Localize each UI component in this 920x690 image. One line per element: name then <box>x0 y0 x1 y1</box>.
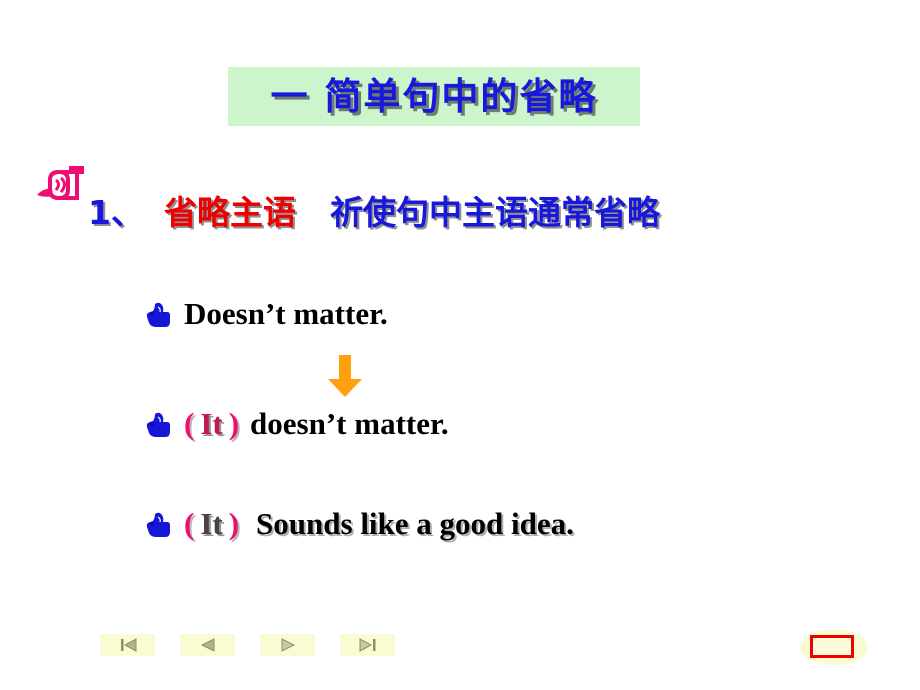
next-slide-button[interactable] <box>260 634 315 656</box>
mailbox-icon <box>34 164 90 206</box>
heading-explanation: 祈使句中主语通常省略 <box>329 193 660 232</box>
slide-navigation-bar <box>100 634 395 656</box>
previous-slide-button[interactable] <box>180 634 235 656</box>
return-button[interactable] <box>800 629 868 665</box>
slide-canvas: 一 简单句中的省略 1、 省略主语 祈使句中主语通常省略 Doesn’t mat… <box>0 0 920 690</box>
last-slide-button[interactable] <box>340 634 395 656</box>
close-paren-3: ) <box>228 506 240 541</box>
heading-topic: 省略主语 <box>163 193 296 232</box>
example-line-3: (It) Sounds like a good idea. <box>146 508 574 539</box>
example-line-2: (It) doesn’t matter. <box>146 408 449 439</box>
return-box[interactable] <box>810 635 854 658</box>
open-paren-2: ( <box>184 406 195 441</box>
section-heading: 1、 省略主语 祈使句中主语通常省略 <box>88 196 660 229</box>
hand-pointer-icon <box>146 300 172 328</box>
next-icon <box>277 637 299 653</box>
first-slide-button[interactable] <box>100 634 155 656</box>
example-text-3: Sounds like a good idea. <box>256 506 574 541</box>
hand-pointer-icon <box>146 410 172 438</box>
close-paren-2: ) <box>228 406 240 441</box>
omitted-subject-3: It <box>200 506 223 541</box>
heading-number: 1、 <box>88 193 144 232</box>
hand-pointer-icon <box>146 510 172 538</box>
slide-title-banner: 一 简单句中的省略 <box>228 67 640 126</box>
arrow-down-icon <box>326 355 364 397</box>
example-line-1: Doesn’t matter. <box>146 298 388 329</box>
first-icon <box>117 637 139 653</box>
open-paren-3: ( <box>184 506 195 541</box>
page-title: 一 简单句中的省略 <box>270 75 598 118</box>
omitted-subject-2: It <box>200 406 223 441</box>
example-text-2: doesn’t matter. <box>250 406 449 441</box>
example-text-1: Doesn’t matter. <box>184 296 388 331</box>
previous-icon <box>197 637 219 653</box>
last-icon <box>357 637 379 653</box>
